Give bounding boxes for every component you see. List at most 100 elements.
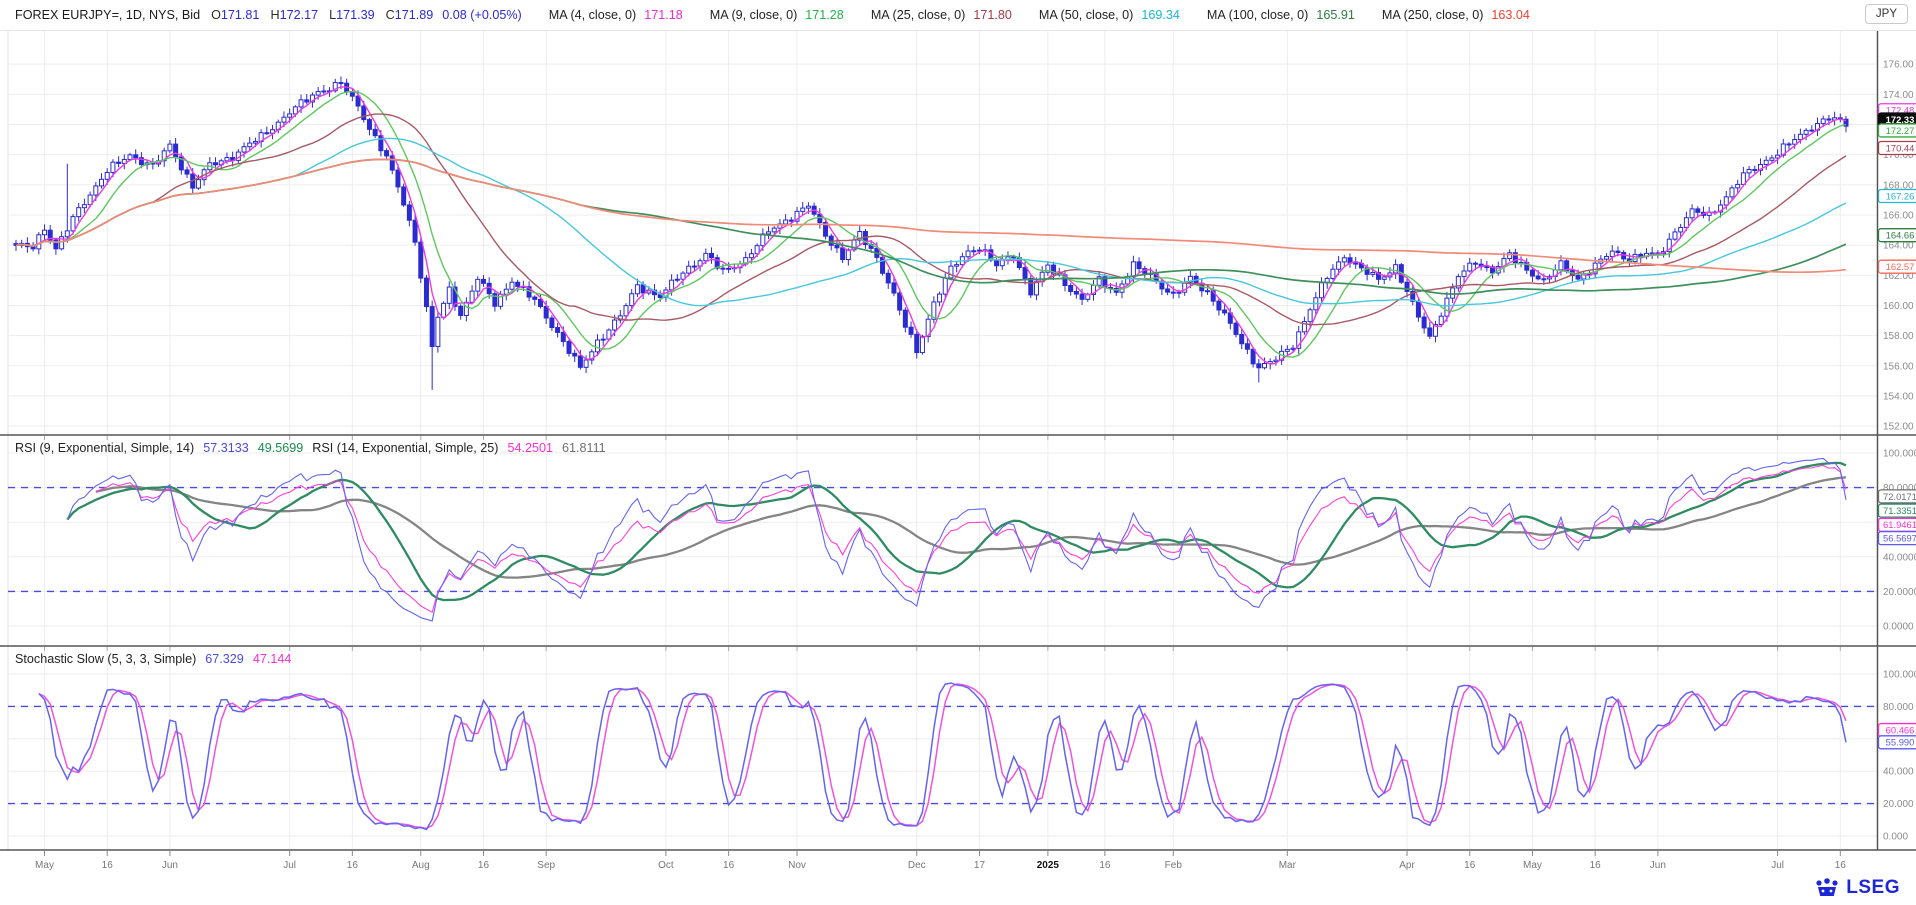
- time-tick-label: Apr: [1399, 860, 1415, 871]
- time-tick-label: Aug: [412, 860, 430, 871]
- time-tick-label: 16: [478, 860, 490, 871]
- stochastic-lines: [39, 683, 1846, 829]
- ma100-value: 165.91: [1316, 8, 1355, 22]
- chart-application: FOREX EURJPY=, 1D, NYS, Bid O171.81 H172…: [0, 0, 1916, 905]
- time-tick-label: 16: [1835, 860, 1847, 871]
- ma4-value: 171.18: [644, 8, 683, 22]
- stoch-k-value: 67.329: [205, 652, 244, 666]
- svg-text:100.0000: 100.0000: [1883, 449, 1916, 460]
- candlesticks: [14, 76, 1848, 389]
- svg-text:164.66: 164.66: [1886, 230, 1915, 241]
- svg-text:156.00: 156.00: [1883, 361, 1914, 372]
- close-label: C: [386, 8, 395, 22]
- rsi2-label: RSI (14, Exponential, Simple, 25): [312, 441, 498, 455]
- stochastic-panel-header[interactable]: Stochastic Slow (5, 3, 3, Simple) 67.329 4…: [15, 652, 300, 666]
- svg-text:154.00: 154.00: [1883, 391, 1914, 402]
- close-value: 171.89: [395, 8, 434, 22]
- lseg-crest-icon: [1814, 877, 1840, 899]
- ma50-value: 169.34: [1141, 8, 1180, 22]
- high-quote: H172.17: [270, 8, 318, 22]
- svg-text:166.00: 166.00: [1883, 210, 1914, 221]
- rsi1-label: RSI (9, Exponential, Simple, 14): [15, 441, 194, 455]
- time-tick-label: Jul: [1771, 860, 1784, 871]
- svg-text:162.57: 162.57: [1886, 261, 1915, 272]
- time-tick-label: Feb: [1165, 860, 1183, 871]
- time-tick-label: 17: [974, 860, 986, 871]
- time-tick-label: 16: [1464, 860, 1476, 871]
- low-value: 171.39: [336, 8, 375, 22]
- stoch-k-line: [39, 683, 1846, 829]
- svg-text:20.0000: 20.0000: [1883, 587, 1916, 598]
- ma250-legend[interactable]: MA (250, close, 0)163.04: [1382, 8, 1530, 22]
- ma25-value: 171.80: [973, 8, 1012, 22]
- time-axis: May16JunJul16Aug16SepOct16NovDec17202516…: [35, 850, 1846, 871]
- stoch-d-line: [39, 684, 1846, 829]
- svg-text:158.00: 158.00: [1883, 331, 1914, 342]
- stoch-d-value: 47.144: [253, 652, 292, 666]
- rsi9-sma14-line: [67, 463, 1846, 600]
- overlay-ma25: [16, 114, 1846, 325]
- ma100-legend[interactable]: MA (100, close, 0)165.91: [1207, 8, 1355, 22]
- rsi-lines: [67, 458, 1846, 621]
- open-label: O: [211, 8, 221, 22]
- ma9-legend[interactable]: MA (9, close, 0)171.28: [710, 8, 844, 22]
- svg-text:0.0000: 0.0000: [1883, 622, 1914, 633]
- svg-text:0.000: 0.000: [1883, 832, 1908, 843]
- svg-text:60.466: 60.466: [1886, 724, 1915, 735]
- rsi9-value: 57.3133: [203, 441, 249, 455]
- ma50-legend[interactable]: MA (50, close, 0)169.34: [1039, 8, 1180, 22]
- time-tick-label: 16: [102, 860, 114, 871]
- overlay-ma50: [16, 138, 1846, 305]
- open-quote: O171.81: [211, 8, 259, 22]
- svg-text:55.990: 55.990: [1886, 737, 1915, 748]
- overlay-ma9: [16, 92, 1846, 358]
- time-tick-label: Dec: [908, 860, 926, 871]
- time-tick-label: Sep: [537, 860, 555, 871]
- time-tick-label: Jul: [283, 860, 296, 871]
- ma-overlays: [16, 87, 1846, 364]
- time-tick-label: 2025: [1037, 860, 1060, 871]
- svg-text:170.44: 170.44: [1886, 142, 1915, 153]
- ma9-value: 171.28: [805, 8, 844, 22]
- svg-text:72.0171: 72.0171: [1883, 491, 1916, 502]
- time-tick-label: 16: [1099, 860, 1111, 871]
- svg-text:172.33: 172.33: [1886, 114, 1915, 125]
- svg-text:174.00: 174.00: [1883, 90, 1914, 101]
- svg-text:172.27: 172.27: [1886, 125, 1915, 136]
- instrument-title[interactable]: FOREX EURJPY=, 1D, NYS, Bid: [15, 8, 200, 22]
- rsi9-signal-value: 49.5699: [258, 441, 304, 455]
- lseg-logo: LSEG: [1814, 877, 1900, 899]
- svg-text:176.00: 176.00: [1883, 60, 1914, 71]
- overlay-ma4: [16, 87, 1846, 364]
- ma4-legend[interactable]: MA (4, close, 0)171.18: [549, 8, 683, 22]
- time-tick-label: Mar: [1279, 860, 1297, 871]
- svg-text:40.000: 40.000: [1883, 767, 1914, 778]
- time-tick-label: Jun: [1650, 860, 1666, 871]
- rsi14-signal-value: 61.8111: [562, 441, 606, 455]
- high-value: 172.17: [280, 8, 319, 22]
- time-tick-label: 16: [723, 860, 735, 871]
- currency-badge[interactable]: JPY: [1865, 4, 1908, 24]
- open-value: 171.81: [221, 8, 260, 22]
- svg-text:160.00: 160.00: [1883, 301, 1914, 312]
- lseg-wordmark: LSEG: [1846, 877, 1900, 899]
- time-tick-label: Jun: [162, 860, 178, 871]
- ma25-legend[interactable]: MA (25, close, 0)171.80: [871, 8, 1012, 22]
- svg-text:152.00: 152.00: [1883, 422, 1914, 433]
- svg-text:40.0000: 40.0000: [1883, 552, 1916, 563]
- close-quote: C171.89: [386, 8, 434, 22]
- svg-text:61.9461: 61.9461: [1883, 519, 1916, 530]
- svg-text:20.000: 20.000: [1883, 799, 1914, 810]
- quote-header: FOREX EURJPY=, 1D, NYS, Bid O171.81 H172…: [0, 0, 1916, 31]
- time-tick-label: 16: [347, 860, 359, 871]
- time-tick-label: May: [35, 860, 54, 871]
- time-tick-label: May: [1523, 860, 1542, 871]
- ma250-value: 163.04: [1491, 8, 1530, 22]
- stoch-label: Stochastic Slow (5, 3, 3, Simple): [15, 652, 196, 666]
- time-tick-label: Nov: [788, 860, 806, 871]
- svg-text:167.26: 167.26: [1886, 190, 1915, 201]
- rsi14-value: 54.2501: [507, 441, 553, 455]
- rsi-panel-header[interactable]: RSI (9, Exponential, Simple, 14) 57.3133 4…: [15, 441, 615, 455]
- svg-text:56.5697: 56.5697: [1883, 533, 1916, 544]
- overlay-ma250: [16, 159, 1846, 272]
